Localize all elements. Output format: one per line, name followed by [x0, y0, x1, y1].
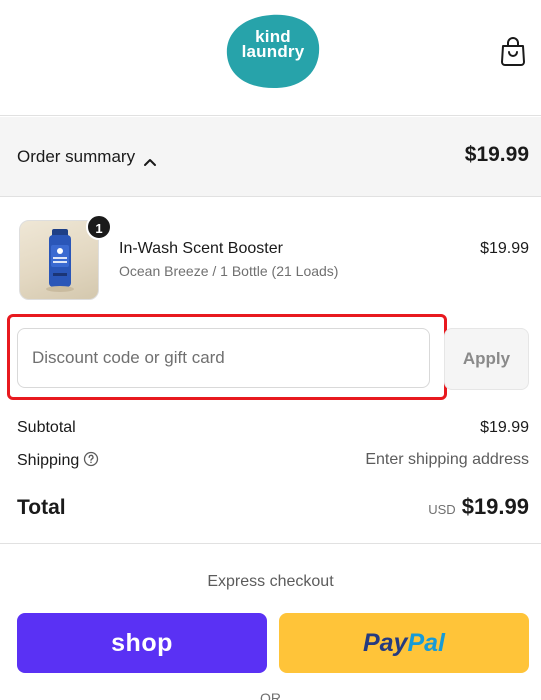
- subtotal-value: $19.99: [480, 419, 529, 436]
- shipping-value: Enter shipping address: [365, 451, 529, 468]
- chevron-up-icon: [143, 152, 157, 166]
- brand-logo[interactable]: kind laundry: [225, 13, 321, 89]
- total-label: Total: [17, 496, 66, 519]
- apply-discount-button[interactable]: Apply: [444, 328, 529, 390]
- paypal-logo-pal: Pal: [407, 628, 445, 657]
- discount-code-input[interactable]: [17, 328, 430, 388]
- product-thumbnail-wrapper: 1: [19, 214, 112, 300]
- help-circle-icon[interactable]: [83, 451, 99, 467]
- order-summary-label-group: Order summary: [17, 147, 157, 167]
- total-amount: $19.99: [461, 494, 529, 519]
- paypal-logo-pay: Pay: [362, 628, 408, 657]
- shipping-label-group: Shipping: [17, 451, 99, 470]
- or-separator: OR: [260, 690, 281, 700]
- order-summary-label: Order summary: [17, 147, 136, 166]
- product-variant: Ocean Breeze / 1 Bottle (21 Loads): [119, 263, 339, 279]
- express-checkout-title: Express checkout: [207, 573, 334, 590]
- site-header: kind laundry: [0, 0, 541, 116]
- order-summary-toggle[interactable]: Order summary $19.99: [0, 117, 541, 197]
- section-divider: [0, 543, 541, 544]
- product-name: In-Wash Scent Booster: [119, 240, 283, 257]
- subtotal-label: Subtotal: [17, 419, 76, 436]
- logo-line-2: laundry: [241, 42, 305, 61]
- quantity-badge: 1: [86, 214, 112, 240]
- shipping-label: Shipping: [17, 452, 80, 469]
- product-price: $19.99: [480, 240, 529, 257]
- shop-pay-button[interactable]: shop: [17, 613, 267, 673]
- logo-wordmark: kind laundry: [225, 28, 321, 61]
- shopping-bag-icon[interactable]: [499, 36, 527, 66]
- currency-code: USD: [428, 502, 456, 517]
- paypal-button[interactable]: PayPal: [279, 613, 529, 673]
- order-summary-total: $19.99: [464, 143, 529, 166]
- total-value-group: USD $19.99: [428, 494, 529, 520]
